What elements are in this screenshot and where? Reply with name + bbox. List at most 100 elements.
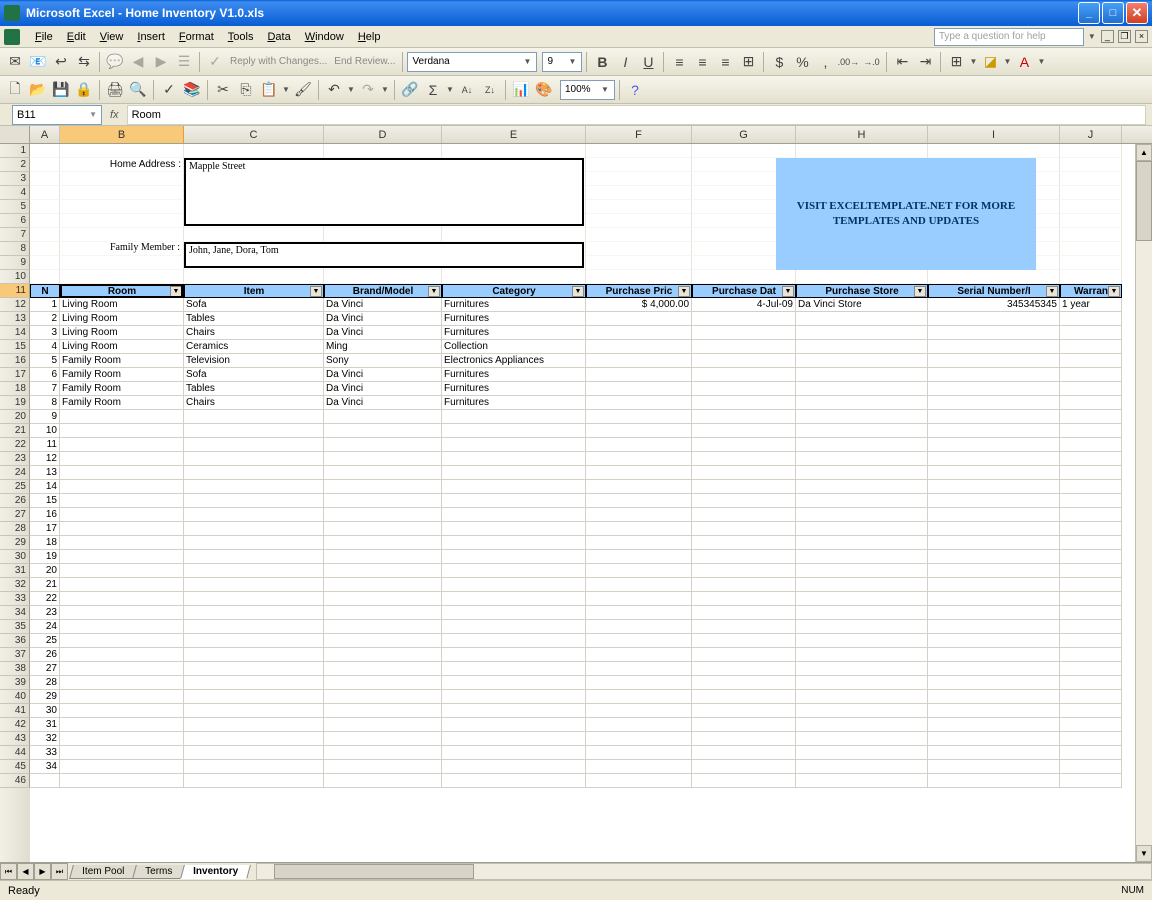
cell-category[interactable]: Furnitures xyxy=(442,368,586,382)
track-changes-icon[interactable]: ✓ xyxy=(204,51,226,73)
cell-item[interactable]: Ceramics xyxy=(184,340,324,354)
cell-n[interactable]: 6 xyxy=(30,368,60,382)
new-comment-icon[interactable]: ✉ xyxy=(4,51,26,73)
row-header-2[interactable]: 2 xyxy=(0,158,30,172)
row-header-36[interactable]: 36 xyxy=(0,634,30,648)
filter-arrow-icon[interactable]: ▼ xyxy=(782,286,794,297)
cell-grid[interactable]: Home Address :NRoom▼Item▼Brand/Model▼Cat… xyxy=(30,144,1152,862)
cell-category[interactable]: Furnitures xyxy=(442,396,586,410)
cell-room[interactable]: Living Room xyxy=(60,298,184,312)
cell-n[interactable]: 17 xyxy=(30,522,60,536)
end-review-button[interactable]: End Review... xyxy=(331,56,398,67)
row-header-26[interactable]: 26 xyxy=(0,494,30,508)
horizontal-scrollbar[interactable] xyxy=(256,863,1152,880)
row-header-31[interactable]: 31 xyxy=(0,564,30,578)
cell-brand[interactable]: Da Vinci xyxy=(324,382,442,396)
cell-store[interactable]: Da Vinci Store xyxy=(796,298,928,312)
mdi-close-button[interactable]: × xyxy=(1135,30,1148,43)
cell-serial[interactable] xyxy=(928,354,1060,368)
name-box-dropdown-icon[interactable]: ▼ xyxy=(89,110,97,119)
italic-button[interactable]: I xyxy=(614,51,636,73)
cell-n[interactable]: 2 xyxy=(30,312,60,326)
cell-n[interactable]: 33 xyxy=(30,746,60,760)
cell-date[interactable] xyxy=(692,368,796,382)
filter-arrow-icon[interactable]: ▼ xyxy=(678,286,690,297)
cell-store[interactable] xyxy=(796,340,928,354)
row-header-41[interactable]: 41 xyxy=(0,704,30,718)
row-header-7[interactable]: 7 xyxy=(0,228,30,242)
cell-warranty[interactable] xyxy=(1060,312,1122,326)
filter-arrow-icon[interactable]: ▼ xyxy=(310,286,322,297)
cell-n[interactable]: 31 xyxy=(30,718,60,732)
fx-icon[interactable]: fx xyxy=(110,109,119,121)
col-header-A[interactable]: A xyxy=(30,126,60,143)
row-header-42[interactable]: 42 xyxy=(0,718,30,732)
row-header-19[interactable]: 19 xyxy=(0,396,30,410)
cell-store[interactable] xyxy=(796,354,928,368)
cell-warranty[interactable] xyxy=(1060,354,1122,368)
cell-warranty[interactable] xyxy=(1060,382,1122,396)
select-all-corner[interactable] xyxy=(0,126,30,143)
row-header-35[interactable]: 35 xyxy=(0,620,30,634)
reply-changes-button[interactable]: Reply with Changes... xyxy=(227,56,330,67)
minimize-button[interactable]: _ xyxy=(1078,2,1100,24)
cell-n[interactable]: 20 xyxy=(30,564,60,578)
cell-brand[interactable]: Sony xyxy=(324,354,442,368)
cell-price[interactable] xyxy=(586,382,692,396)
home-address-value[interactable]: Mapple Street xyxy=(184,158,584,226)
cell-n[interactable]: 4 xyxy=(30,340,60,354)
tab-next-icon[interactable]: ▶ xyxy=(34,863,51,880)
cell-item[interactable]: Sofa xyxy=(184,368,324,382)
cell-price[interactable] xyxy=(586,340,692,354)
col-header-F[interactable]: F xyxy=(586,126,692,143)
cell-n[interactable]: 9 xyxy=(30,410,60,424)
underline-button[interactable]: U xyxy=(637,51,659,73)
cell-n[interactable]: 10 xyxy=(30,424,60,438)
cell-n[interactable]: 16 xyxy=(30,508,60,522)
cell-store[interactable] xyxy=(796,312,928,326)
row-header-38[interactable]: 38 xyxy=(0,662,30,676)
scroll-up-icon[interactable]: ▲ xyxy=(1136,144,1152,161)
cell-category[interactable]: Electronics Appliances xyxy=(442,354,586,368)
cell-date[interactable] xyxy=(692,312,796,326)
row-header-12[interactable]: 12 xyxy=(0,298,30,312)
format-painter-icon[interactable]: 🖌 xyxy=(292,79,314,101)
filter-header-room[interactable]: Room▼ xyxy=(60,284,184,298)
row-header-4[interactable]: 4 xyxy=(0,186,30,200)
bold-button[interactable]: B xyxy=(591,51,613,73)
cell-n[interactable]: 26 xyxy=(30,648,60,662)
col-header-E[interactable]: E xyxy=(442,126,586,143)
row-header-44[interactable]: 44 xyxy=(0,746,30,760)
cell-room[interactable]: Living Room xyxy=(60,326,184,340)
align-right-button[interactable]: ≡ xyxy=(714,51,736,73)
cell-n[interactable]: 28 xyxy=(30,676,60,690)
row-header-39[interactable]: 39 xyxy=(0,676,30,690)
cell-brand[interactable]: Da Vinci xyxy=(324,326,442,340)
cut-icon[interactable]: ✂ xyxy=(212,79,234,101)
spellcheck-icon[interactable]: ✓ xyxy=(158,79,180,101)
reply-icon[interactable]: ↩ xyxy=(50,51,72,73)
decrease-decimal-button[interactable]: →.0 xyxy=(860,51,882,73)
row-header-11[interactable]: 11 xyxy=(0,284,30,298)
cell-n[interactable]: 34 xyxy=(30,760,60,774)
cell-n[interactable]: 1 xyxy=(30,298,60,312)
cell-item[interactable]: Television xyxy=(184,354,324,368)
col-header-G[interactable]: G xyxy=(692,126,796,143)
row-header-22[interactable]: 22 xyxy=(0,438,30,452)
save-icon[interactable]: 💾 xyxy=(50,79,72,101)
sort-asc-icon[interactable]: A↓ xyxy=(456,79,478,101)
cell-n[interactable]: 5 xyxy=(30,354,60,368)
row-header-33[interactable]: 33 xyxy=(0,592,30,606)
cell-n[interactable]: 25 xyxy=(30,634,60,648)
redo-icon[interactable]: ↷ xyxy=(357,79,379,101)
cell-item[interactable]: Chairs xyxy=(184,396,324,410)
fill-color-button[interactable]: ◪ xyxy=(979,51,1001,73)
cell-n[interactable]: 22 xyxy=(30,592,60,606)
row-header-16[interactable]: 16 xyxy=(0,354,30,368)
row-header-27[interactable]: 27 xyxy=(0,508,30,522)
row-header-34[interactable]: 34 xyxy=(0,606,30,620)
mdi-restore-button[interactable]: ❐ xyxy=(1118,30,1131,43)
mdi-minimize-button[interactable]: _ xyxy=(1101,30,1114,43)
cell-store[interactable] xyxy=(796,326,928,340)
row-header-1[interactable]: 1 xyxy=(0,144,30,158)
